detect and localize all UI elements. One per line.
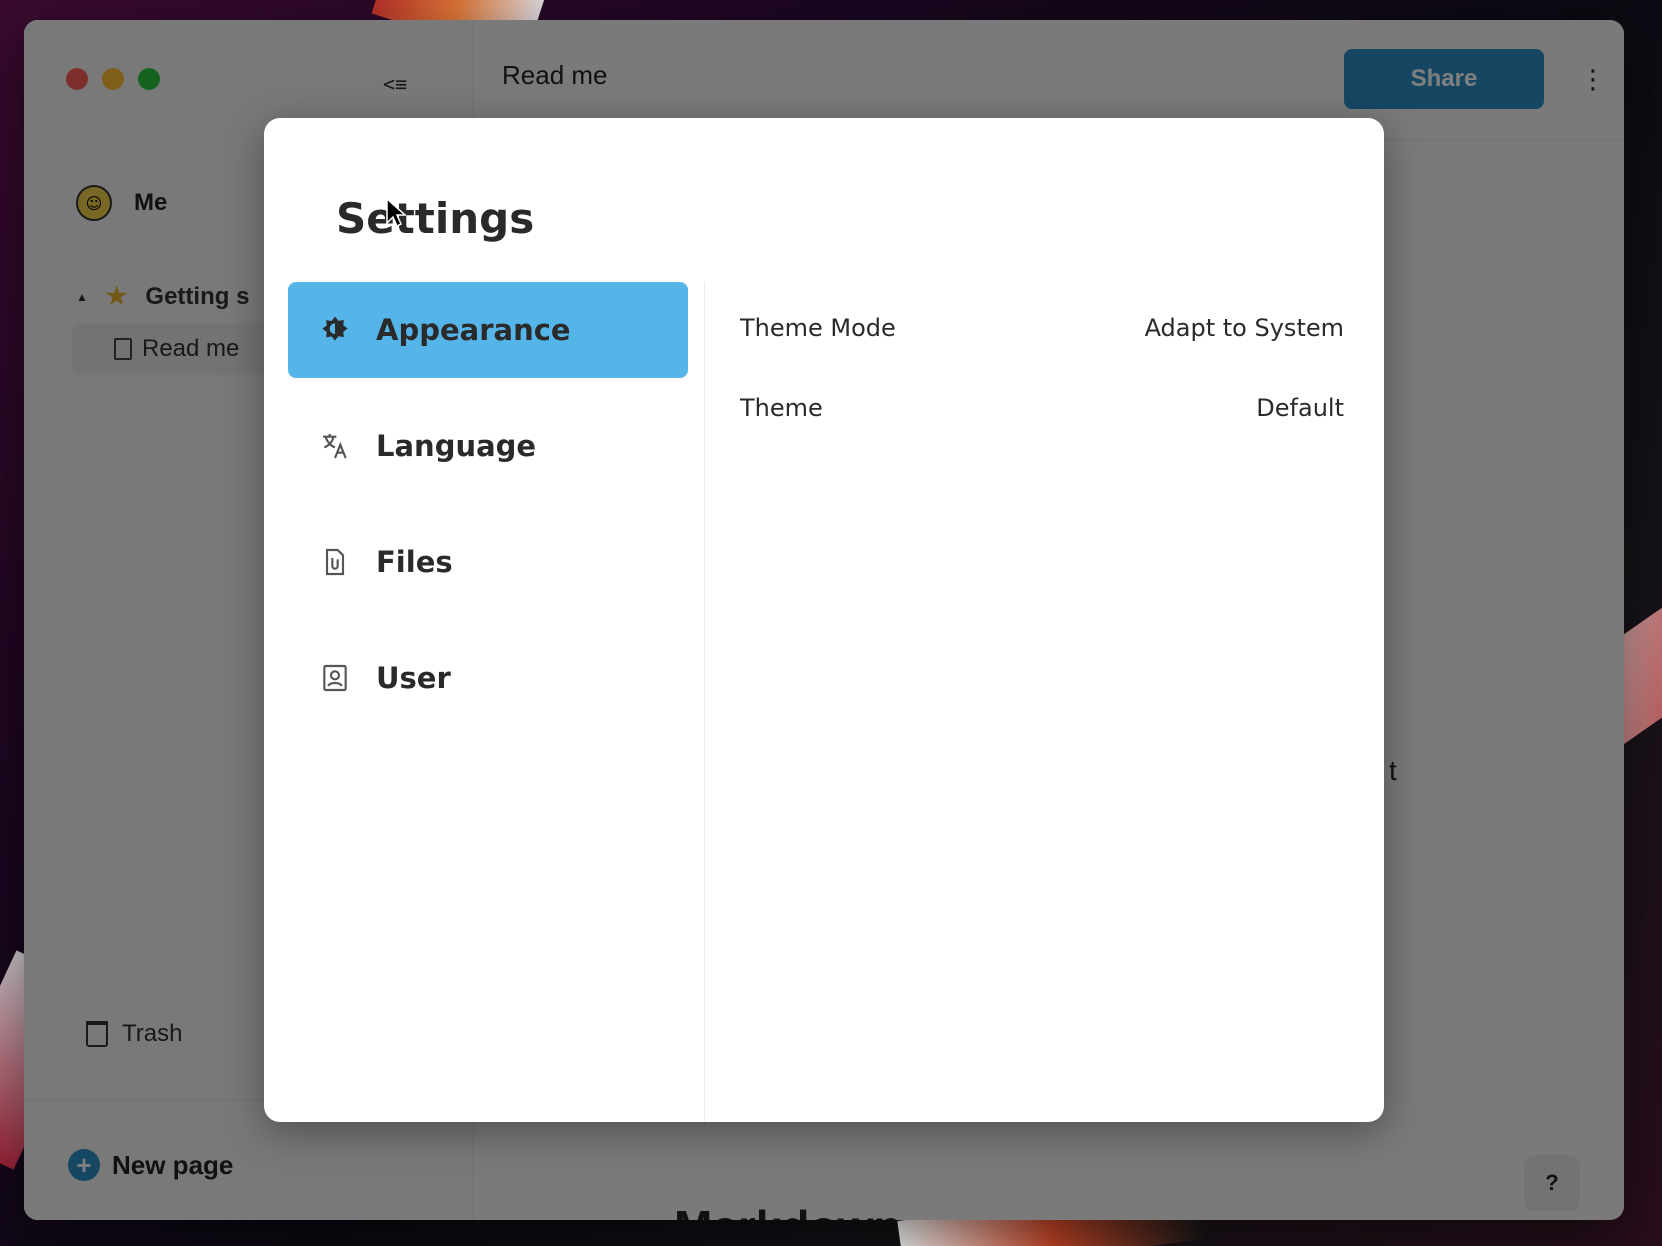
mouse-cursor-icon: [386, 198, 406, 228]
settings-nav: Appearance Language Files User: [288, 282, 688, 746]
settings-nav-label: Appearance: [376, 313, 571, 347]
settings-nav-label: User: [376, 661, 451, 695]
theme-mode-value[interactable]: Adapt to System: [1145, 314, 1344, 342]
setting-theme-mode[interactable]: Theme Mode Adapt to System: [740, 288, 1344, 368]
setting-label: Theme Mode: [740, 314, 896, 342]
settings-nav-label: Language: [376, 429, 537, 463]
settings-dialog: Settings Appearance Language Files User: [264, 118, 1384, 1122]
setting-theme[interactable]: Theme Default: [740, 368, 1344, 448]
file-icon: [318, 545, 352, 579]
settings-nav-label: Files: [376, 545, 453, 579]
settings-nav-files[interactable]: Files: [288, 514, 688, 610]
settings-nav-language[interactable]: Language: [288, 398, 688, 494]
divider: [704, 282, 705, 1122]
setting-label: Theme: [740, 394, 823, 422]
appearance-settings-panel: Theme Mode Adapt to System Theme Default: [740, 288, 1344, 448]
user-icon: [318, 661, 352, 695]
theme-value[interactable]: Default: [1256, 394, 1344, 422]
translate-icon: [318, 429, 352, 463]
settings-nav-user[interactable]: User: [288, 630, 688, 726]
brightness-icon: [318, 313, 352, 347]
settings-title: Settings: [336, 194, 535, 243]
settings-nav-appearance[interactable]: Appearance: [288, 282, 688, 378]
